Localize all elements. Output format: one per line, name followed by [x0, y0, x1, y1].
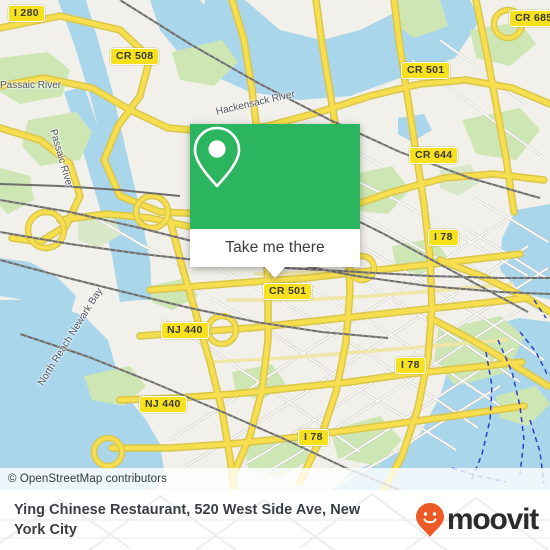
- footer-bar: Ying Chinese Restaurant, 520 West Side A…: [0, 490, 550, 550]
- moovit-wordmark: moovit: [446, 503, 539, 536]
- road-shield-cr-508[interactable]: CR 508: [110, 48, 160, 65]
- callout-card-footer[interactable]: Take me there: [190, 229, 360, 278]
- osm-attribution-text: © OpenStreetMap contributors: [8, 473, 167, 485]
- road-shield-i-78-south[interactable]: I 78: [298, 429, 329, 446]
- map-screenshot: Passaic River Passaic River Hackensack R…: [0, 0, 550, 550]
- road-shield-cr-685[interactable]: CR 685: [509, 10, 550, 27]
- road-shield-nj-440-south[interactable]: NJ 440: [139, 396, 187, 413]
- map-pin-icon: [193, 126, 241, 188]
- road-shield-cr-501-south[interactable]: CR 501: [263, 283, 313, 300]
- callout-pointer-tail: [264, 266, 286, 278]
- road-shield-i-78-mid[interactable]: I 78: [395, 357, 426, 374]
- moovit-brand[interactable]: moovit: [415, 502, 539, 538]
- road-shield-cr-644[interactable]: CR 644: [409, 147, 459, 164]
- road-shield-cr-501-north[interactable]: CR 501: [401, 62, 451, 79]
- moovit-smiley-pin-icon: [415, 503, 444, 537]
- road-shield-i-280[interactable]: I 280: [8, 5, 45, 22]
- road-shield-i-78-east[interactable]: I 78: [428, 229, 459, 246]
- map-canvas[interactable]: Passaic River Passaic River Hackensack R…: [0, 0, 550, 490]
- place-title: Ying Chinese Restaurant, 520 West Side A…: [14, 502, 361, 538]
- callout-card-header: [190, 124, 360, 229]
- map-label-passaic-river-1: Passaic River: [0, 80, 62, 91]
- road-shield-nj-440-north[interactable]: NJ 440: [161, 322, 209, 339]
- location-callout-card[interactable]: Take me there: [190, 124, 360, 278]
- take-me-there-label: Take me there: [225, 239, 325, 256]
- osm-attribution-bar: © OpenStreetMap contributors: [0, 468, 550, 490]
